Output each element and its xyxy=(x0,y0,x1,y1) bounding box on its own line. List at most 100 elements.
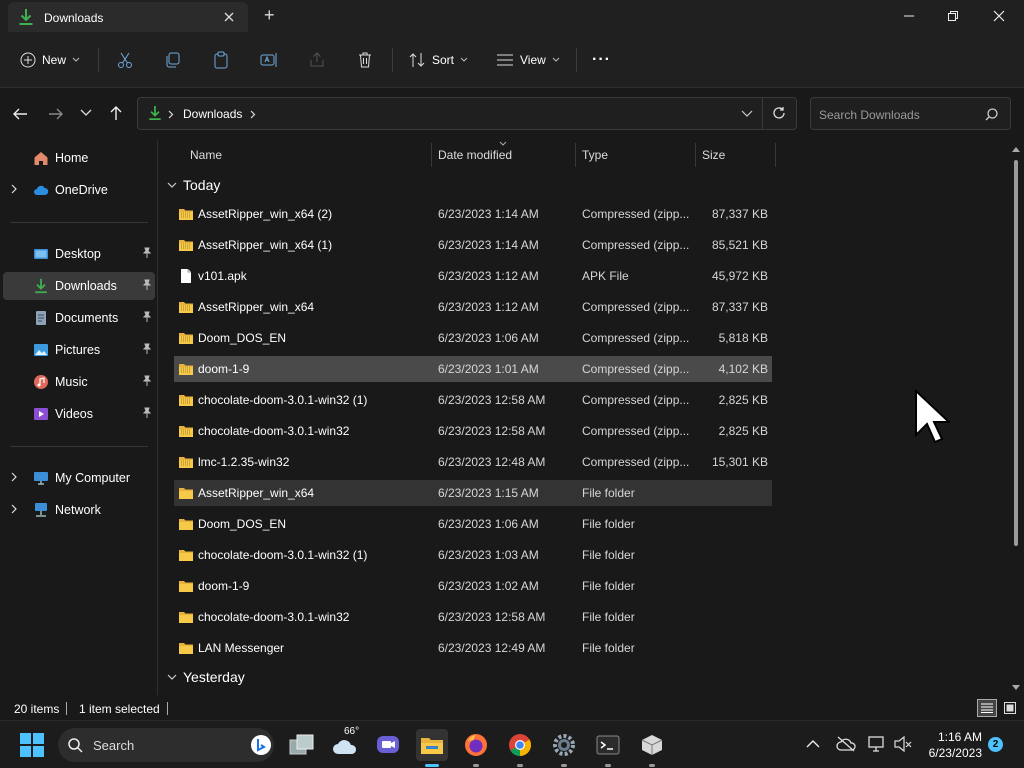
file-row[interactable]: lmc-1.2.35-win32 6/23/2023 12:48 AM Compre… xyxy=(174,449,772,475)
search-input[interactable]: Search Downloads xyxy=(819,108,920,122)
address-bar[interactable]: Downloads xyxy=(137,97,797,130)
minimize-button[interactable] xyxy=(886,0,932,32)
close-tab-icon[interactable] xyxy=(220,8,238,26)
rename-button[interactable] xyxy=(260,46,278,74)
column-divider[interactable] xyxy=(575,143,576,167)
share-button[interactable] xyxy=(308,46,326,74)
show-hidden-icons-icon[interactable] xyxy=(806,739,820,748)
tab-downloads[interactable]: Downloads xyxy=(8,2,248,32)
system-clock[interactable]: 1:16 AM 6/23/2023 xyxy=(920,729,982,761)
pin-icon[interactable] xyxy=(141,247,153,259)
pin-icon[interactable] xyxy=(141,279,153,291)
file-type: Compressed (zipp... xyxy=(582,331,690,345)
network-status-icon[interactable] xyxy=(868,736,886,752)
onedrive-offline-icon[interactable] xyxy=(836,736,856,752)
cut-button[interactable] xyxy=(116,46,134,74)
view-button[interactable]: View xyxy=(496,46,560,74)
nav-item-desktop[interactable]: Desktop xyxy=(3,240,155,268)
expand-chevron-icon[interactable] xyxy=(11,184,18,194)
back-arrow-icon[interactable] xyxy=(12,106,28,122)
expand-chevron-icon[interactable] xyxy=(11,472,18,482)
scroll-down-icon[interactable] xyxy=(1012,685,1020,691)
file-row[interactable]: v101.apk 6/23/2023 1:12 AM APK File 45,972 … xyxy=(174,263,772,289)
file-explorer-button[interactable] xyxy=(416,729,448,767)
column-header-type[interactable]: Type xyxy=(582,148,608,162)
file-date: 6/23/2023 12:48 AM xyxy=(438,455,546,469)
teams-chat-button[interactable] xyxy=(372,729,404,761)
divider xyxy=(98,48,99,72)
file-row[interactable]: LAN Messenger 6/23/2023 12:49 AM File fold… xyxy=(174,635,772,661)
chrome-button[interactable] xyxy=(504,729,536,767)
volume-muted-icon[interactable] xyxy=(894,736,912,752)
paste-button[interactable] xyxy=(212,46,230,74)
file-row[interactable]: chocolate-doom-3.0.1-win32 6/23/2023 12:5… xyxy=(174,604,772,630)
nav-item-my-computer[interactable]: My Computer xyxy=(3,464,155,492)
details-view-button[interactable] xyxy=(977,699,997,717)
nav-item-onedrive[interactable]: OneDrive xyxy=(3,176,155,204)
maximize-button[interactable] xyxy=(930,0,976,32)
nav-item-documents[interactable]: Documents xyxy=(3,304,155,332)
file-row[interactable]: AssetRipper_win_x64 (2) 6/23/2023 1:14 AM… xyxy=(174,201,772,227)
column-divider[interactable] xyxy=(431,143,432,167)
tiles-view-button[interactable] xyxy=(1001,699,1019,717)
file-row[interactable]: Doom_DOS_EN 6/23/2023 1:06 AM Compressed (… xyxy=(174,325,772,351)
file-row[interactable]: AssetRipper_win_x64 (1) 6/23/2023 1:14 AM… xyxy=(174,232,772,258)
scroll-up-icon[interactable] xyxy=(1012,146,1020,152)
nav-item-pictures[interactable]: Pictures xyxy=(3,336,155,364)
start-button[interactable] xyxy=(16,729,48,761)
new-tab-button[interactable]: + xyxy=(264,5,275,26)
file-row[interactable]: AssetRipper_win_x64 6/23/2023 1:12 AM Comp… xyxy=(174,294,772,320)
column-divider[interactable] xyxy=(695,143,696,167)
group-header-today[interactable]: Today xyxy=(167,177,220,193)
delete-button[interactable] xyxy=(356,46,374,74)
package-app-button[interactable] xyxy=(636,729,668,767)
column-header-date[interactable]: Date modified xyxy=(438,148,512,162)
file-row[interactable]: Doom_DOS_EN 6/23/2023 1:06 AM File folder xyxy=(174,511,772,537)
file-row[interactable]: doom-1-9 6/23/2023 1:02 AM File folder xyxy=(174,573,772,599)
copy-button[interactable] xyxy=(164,46,182,74)
file-row[interactable]: chocolate-doom-3.0.1-win32 (1) 6/23/2023 … xyxy=(174,387,772,413)
file-row[interactable]: chocolate-doom-3.0.1-win32 (1) 6/23/2023 … xyxy=(174,542,772,568)
recent-locations-icon[interactable] xyxy=(80,108,92,118)
column-divider[interactable] xyxy=(775,143,776,167)
file-row[interactable]: chocolate-doom-3.0.1-win32 6/23/2023 12:5… xyxy=(174,418,772,444)
breadcrumb-downloads[interactable]: Downloads xyxy=(183,107,242,121)
nav-item-home[interactable]: Home xyxy=(3,144,155,172)
task-view-button[interactable] xyxy=(286,729,318,761)
group-header-yesterday[interactable]: Yesterday xyxy=(167,669,245,685)
file-name: LAN Messenger xyxy=(198,641,285,655)
more-options-button[interactable]: ··· xyxy=(592,46,611,74)
nav-label: Documents xyxy=(55,311,119,325)
expand-chevron-icon[interactable] xyxy=(11,504,18,514)
address-dropdown-icon[interactable] xyxy=(741,110,753,118)
up-arrow-icon[interactable] xyxy=(108,105,124,121)
nav-item-network[interactable]: Network xyxy=(3,496,155,524)
refresh-icon[interactable] xyxy=(772,106,786,120)
chevron-right-icon[interactable] xyxy=(250,110,256,119)
file-row[interactable]: AssetRipper_win_x64 6/23/2023 1:15 AM File… xyxy=(174,480,772,506)
column-header-size[interactable]: Size xyxy=(702,148,725,162)
firefox-button[interactable] xyxy=(460,729,492,767)
forward-arrow-icon[interactable] xyxy=(48,106,64,122)
notification-badge[interactable]: 2 xyxy=(988,737,1003,752)
pin-icon[interactable] xyxy=(141,343,153,355)
nav-item-music[interactable]: Music xyxy=(3,368,155,396)
terminal-button[interactable] xyxy=(592,729,624,767)
search-box[interactable]: Search Downloads xyxy=(810,97,1011,130)
file-row[interactable]: doom-1-9 6/23/2023 1:01 AM Compressed (zip… xyxy=(174,356,772,382)
pin-icon[interactable] xyxy=(141,375,153,387)
vertical-scrollbar[interactable] xyxy=(1011,146,1021,692)
scrollbar-thumb[interactable] xyxy=(1014,160,1018,546)
nav-item-downloads[interactable]: Downloads xyxy=(3,272,155,300)
column-header-name[interactable]: Name xyxy=(190,148,222,162)
chevron-right-icon xyxy=(168,110,174,119)
taskbar-search[interactable]: Search xyxy=(58,728,274,762)
pin-icon[interactable] xyxy=(141,311,153,323)
pin-icon[interactable] xyxy=(141,407,153,419)
nav-item-videos[interactable]: Videos xyxy=(3,400,155,428)
new-button[interactable]: New xyxy=(20,46,80,74)
sort-button[interactable]: Sort xyxy=(408,46,468,74)
settings-button[interactable] xyxy=(548,729,580,767)
weather-widget[interactable]: 66° xyxy=(330,726,362,761)
close-button[interactable] xyxy=(976,0,1022,32)
